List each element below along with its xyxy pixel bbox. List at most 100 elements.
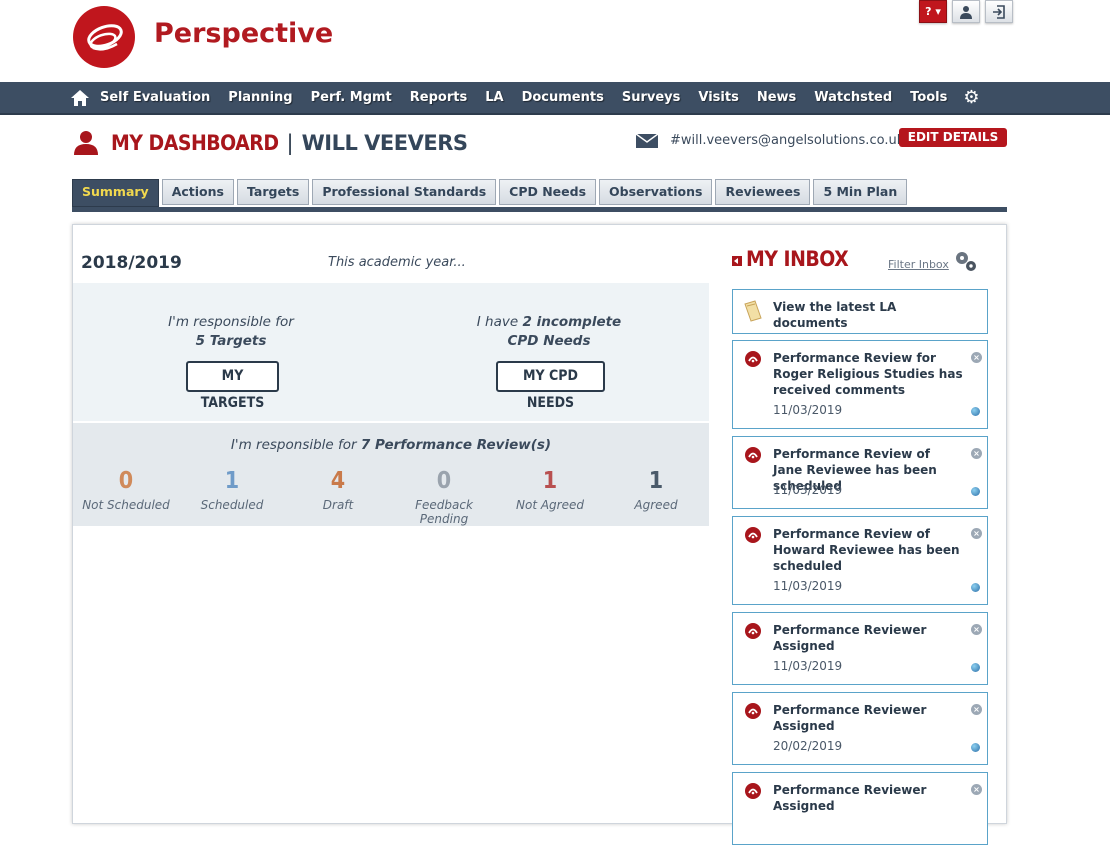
- nav-news[interactable]: News: [757, 90, 796, 105]
- close-icon[interactable]: ×: [971, 352, 982, 363]
- dashboard-tabs: Summary Actions Targets Professional Sta…: [72, 179, 910, 207]
- targets-line1: I'm responsible for: [168, 314, 294, 330]
- close-icon[interactable]: ×: [971, 528, 982, 539]
- nav-la[interactable]: LA: [485, 90, 503, 105]
- nav-tools[interactable]: Tools: [910, 90, 947, 105]
- inbox-message[interactable]: Performance Review of Howard Reviewee ha…: [732, 516, 988, 605]
- close-icon[interactable]: ×: [971, 624, 982, 635]
- mail-icon: [636, 134, 658, 148]
- pr-head-a: I'm responsible for: [230, 437, 361, 453]
- user-email[interactable]: #will.veevers@angelsolutions.co.uk: [670, 133, 904, 148]
- user-profile-button[interactable]: [952, 0, 980, 23]
- inbox-message[interactable]: Performance Review for Roger Religious S…: [732, 340, 988, 429]
- review-alert-icon: [745, 527, 761, 543]
- stat-value: 1: [648, 468, 664, 494]
- close-icon[interactable]: ×: [971, 448, 982, 459]
- settings-gear-icon[interactable]: ⚙: [963, 87, 979, 108]
- help-menu-button[interactable]: ? ▾: [919, 0, 947, 23]
- summary-panel: 2018/2019 This academic year... I'm resp…: [72, 224, 1007, 845]
- my-cpd-needs-button[interactable]: MY CPD NEEDS: [496, 361, 605, 411]
- tab-observations[interactable]: Observations: [599, 179, 713, 205]
- nav-surveys[interactable]: Surveys: [622, 90, 681, 105]
- stat-agreed[interactable]: 1 Agreed: [603, 467, 709, 512]
- stat-not-scheduled[interactable]: 0 Not Scheduled: [73, 467, 179, 512]
- globe-icon: [971, 487, 980, 496]
- dashboard-title: MY DASHBOARD: [111, 131, 279, 155]
- stat-label: Not Scheduled: [82, 498, 170, 512]
- review-alert-icon: [745, 351, 761, 367]
- title-separator: |: [286, 131, 294, 155]
- nav-reports[interactable]: Reports: [410, 90, 467, 105]
- stat-value: 1: [224, 468, 240, 494]
- app-name: Perspective: [154, 18, 334, 49]
- message-date: 11/03/2019: [773, 659, 843, 673]
- inbox-message[interactable]: Performance Reviewer Assigned 11/03/2019…: [732, 612, 988, 685]
- review-alert-icon: [745, 703, 761, 719]
- user-icon: [960, 5, 972, 19]
- nav-visits[interactable]: Visits: [698, 90, 738, 105]
- tab-5-min-plan[interactable]: 5 Min Plan: [813, 179, 908, 205]
- inbox-title: MY INBOX: [732, 247, 849, 271]
- globe-icon: [971, 663, 980, 672]
- tab-underline: [72, 207, 1007, 212]
- review-alert-icon: [745, 623, 761, 639]
- nav-self-evaluation[interactable]: Self Evaluation: [100, 90, 210, 105]
- stat-label: Draft: [322, 498, 354, 512]
- tab-professional-standards[interactable]: Professional Standards: [312, 179, 497, 205]
- nav-planning[interactable]: Planning: [228, 90, 292, 105]
- filter-inbox-link[interactable]: Filter Inbox: [888, 258, 949, 271]
- pr-count: 7 Performance Review(s): [360, 437, 552, 453]
- edit-details-button[interactable]: EDIT DETAILS: [899, 128, 1007, 147]
- tab-cpd-needs[interactable]: CPD Needs: [499, 179, 597, 205]
- help-icon: ? ▾: [925, 5, 941, 18]
- review-alert-icon: [745, 783, 761, 799]
- inbox-collapse-icon[interactable]: [732, 255, 742, 266]
- globe-icon: [971, 583, 980, 592]
- inbox-message[interactable]: View the latest LA documents: [732, 289, 988, 334]
- cpd-summary: I have 2 incomplete CPD Needs: [449, 313, 649, 351]
- tab-reviewees[interactable]: Reviewees: [715, 179, 811, 205]
- stat-feedback-pending[interactable]: 0 Feedback Pending: [391, 467, 497, 526]
- review-alert-icon: [745, 447, 761, 463]
- user-name: WILL VEEVERS: [301, 131, 468, 155]
- message-text: Performance Review for Roger Religious S…: [773, 351, 963, 397]
- inbox-heading: MY INBOX: [746, 247, 849, 271]
- targets-count: 5 Targets: [195, 333, 267, 349]
- stat-value: 1: [542, 468, 558, 494]
- logout-button[interactable]: [985, 0, 1013, 23]
- nav-documents[interactable]: Documents: [522, 90, 604, 105]
- inbox-message[interactable]: Performance Review of Jane Reviewee has …: [732, 436, 988, 509]
- stat-value: 0: [118, 468, 134, 494]
- tab-summary[interactable]: Summary: [72, 179, 159, 207]
- close-icon[interactable]: ×: [971, 784, 982, 795]
- targets-cpd-block: I'm responsible for 5 Targets MY TARGETS…: [73, 283, 709, 421]
- message-text: Performance Review of Howard Reviewee ha…: [773, 527, 960, 573]
- gears-icon[interactable]: [953, 249, 979, 275]
- page-title: MY DASHBOARD | WILL VEEVERS: [73, 130, 468, 156]
- nav-watchsted[interactable]: Watchsted: [814, 90, 892, 105]
- stat-not-agreed[interactable]: 1 Not Agreed: [497, 467, 603, 512]
- stat-label: Not Agreed: [516, 498, 584, 512]
- my-targets-button[interactable]: MY TARGETS: [186, 361, 279, 411]
- message-text: Performance Reviewer Assigned: [773, 783, 927, 813]
- message-text: Performance Reviewer Assigned: [773, 623, 927, 653]
- tab-targets[interactable]: Targets: [236, 179, 310, 205]
- stat-label: Scheduled: [200, 498, 264, 512]
- stat-scheduled[interactable]: 1 Scheduled: [179, 467, 285, 512]
- message-text: Performance Reviewer Assigned: [773, 703, 927, 733]
- close-icon[interactable]: ×: [971, 704, 982, 715]
- stat-label: Feedback Pending: [415, 498, 473, 526]
- nav-perf-mgmt[interactable]: Perf. Mgmt: [311, 90, 392, 105]
- stat-draft[interactable]: 4 Draft: [285, 467, 391, 512]
- home-icon[interactable]: [70, 88, 90, 108]
- inbox-message[interactable]: Performance Reviewer Assigned 20/02/2019…: [732, 692, 988, 765]
- stat-label: Agreed: [634, 498, 678, 512]
- perspective-logo[interactable]: [73, 6, 135, 68]
- cpd-incomplete-count: 2 incomplete: [522, 314, 622, 330]
- tab-actions[interactable]: Actions: [161, 179, 234, 205]
- stat-value: 0: [436, 468, 452, 494]
- globe-icon: [971, 743, 980, 752]
- message-date: 11/03/2019: [773, 483, 843, 497]
- performance-review-block: I'm responsible for 7 Performance Review…: [73, 423, 709, 526]
- inbox-message[interactable]: Performance Reviewer Assigned ×: [732, 772, 988, 845]
